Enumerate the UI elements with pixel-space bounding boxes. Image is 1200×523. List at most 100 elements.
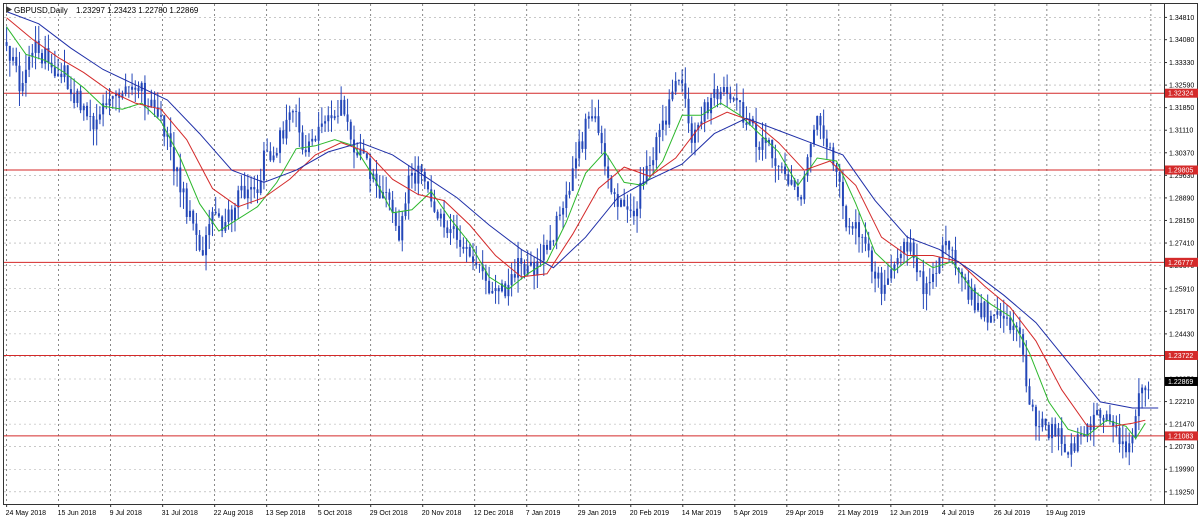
x-tick-label: 13 Sep 2018 xyxy=(266,510,306,517)
candle-body xyxy=(681,80,684,84)
candle-body xyxy=(565,194,568,209)
y-tick-label: 1.30370 xyxy=(1169,150,1194,157)
candle-body xyxy=(288,112,291,120)
candle-body xyxy=(616,194,619,207)
y-tick-label: 1.25170 xyxy=(1169,309,1194,316)
candle-body xyxy=(713,88,716,98)
candle-body xyxy=(906,241,909,252)
candle-body xyxy=(1118,427,1121,445)
candle-body xyxy=(816,115,819,130)
candle-body xyxy=(944,241,947,246)
candle-body xyxy=(143,82,146,107)
candle-body xyxy=(845,206,848,228)
candle-body xyxy=(172,146,175,172)
candle-body xyxy=(1128,443,1131,453)
candle-body xyxy=(951,249,954,251)
candle-body xyxy=(655,137,658,161)
candle-body xyxy=(240,185,243,191)
candle-body xyxy=(648,165,651,167)
x-tick-label: 9 Jul 2018 xyxy=(110,510,142,517)
candle-body xyxy=(1137,393,1140,417)
candle-body xyxy=(327,115,330,122)
candle-body xyxy=(324,121,327,124)
candle-body xyxy=(1115,426,1118,428)
candle-body xyxy=(890,269,893,279)
candle-body xyxy=(623,199,626,207)
candle-body xyxy=(787,174,790,185)
candle-body xyxy=(201,250,204,256)
candle-body xyxy=(719,91,722,100)
candle-body xyxy=(832,147,835,166)
candle-body xyxy=(858,222,861,238)
candle-body xyxy=(227,209,230,223)
candle-body xyxy=(838,171,841,182)
candle-body xyxy=(1089,424,1092,431)
candle-body xyxy=(256,189,259,194)
candle-body xyxy=(131,86,134,90)
header-symbol: GBPUSD,Daily xyxy=(14,6,68,15)
candle-body xyxy=(800,196,803,200)
header-ohlc: 1.23297 1.23423 1.22780 1.22869 xyxy=(76,6,199,15)
candle-body xyxy=(86,105,89,117)
candle-body xyxy=(420,165,423,172)
candle-body xyxy=(182,188,185,193)
price-chart[interactable]: 1.34810 1.34080 1.33330 1.32590 1.31850 1.311… xyxy=(0,0,1200,523)
candle-body xyxy=(546,244,549,250)
candle-body xyxy=(491,291,494,294)
y-tick-label: 1.34810 xyxy=(1169,15,1194,22)
candle-body xyxy=(279,130,282,154)
candle-body xyxy=(729,94,732,100)
candle-body xyxy=(864,236,867,244)
candle-body xyxy=(79,90,82,111)
candle-body xyxy=(1009,317,1012,331)
candle-body xyxy=(809,144,812,158)
candle-body xyxy=(841,181,844,207)
candle-body xyxy=(37,40,40,54)
candle-body xyxy=(687,98,690,124)
candle-body xyxy=(677,80,680,82)
x-tick-label: 7 Jan 2019 xyxy=(526,510,561,517)
candle-body xyxy=(935,273,938,275)
candle-body xyxy=(735,97,738,101)
candle-body xyxy=(555,215,558,242)
candle-body xyxy=(185,188,188,217)
candle-body xyxy=(417,165,420,184)
candle-body xyxy=(639,182,642,209)
candle-body xyxy=(796,186,799,197)
candle-body xyxy=(597,116,600,133)
candle-body xyxy=(388,192,391,200)
level-tag-label: 1.23722 xyxy=(1168,353,1193,360)
candle-body xyxy=(716,88,719,100)
candle-body xyxy=(529,262,532,266)
candle-body xyxy=(40,53,43,64)
candle-body xyxy=(610,177,613,193)
candle-body xyxy=(179,167,182,193)
candle-body xyxy=(784,166,787,175)
candle-body xyxy=(472,256,475,263)
y-tick-label: 1.31850 xyxy=(1169,105,1194,112)
candle-body xyxy=(57,73,60,77)
candle-body xyxy=(668,99,671,125)
candle-body xyxy=(468,246,471,257)
candle-body xyxy=(66,65,69,90)
candle-body xyxy=(21,82,24,92)
x-tick-label: 5 Oct 2018 xyxy=(318,510,352,517)
candle-body xyxy=(153,99,156,108)
candle-body xyxy=(915,258,918,273)
y-tick-label: 1.31110 xyxy=(1169,128,1193,135)
candle-body xyxy=(986,301,989,323)
candle-body xyxy=(34,40,37,53)
candle-body xyxy=(340,99,343,116)
candle-body xyxy=(1002,315,1005,319)
candle-body xyxy=(127,86,130,88)
candle-body xyxy=(1102,417,1105,421)
candle-body xyxy=(304,149,307,153)
candle-body xyxy=(105,103,108,106)
candle-body xyxy=(886,278,889,285)
candle-body xyxy=(661,120,664,130)
candle-body xyxy=(73,94,76,103)
candle-body xyxy=(1067,452,1070,455)
x-tick-label: 29 Oct 2018 xyxy=(370,510,408,517)
candle-body xyxy=(1044,418,1047,426)
candle-body xyxy=(243,185,246,199)
